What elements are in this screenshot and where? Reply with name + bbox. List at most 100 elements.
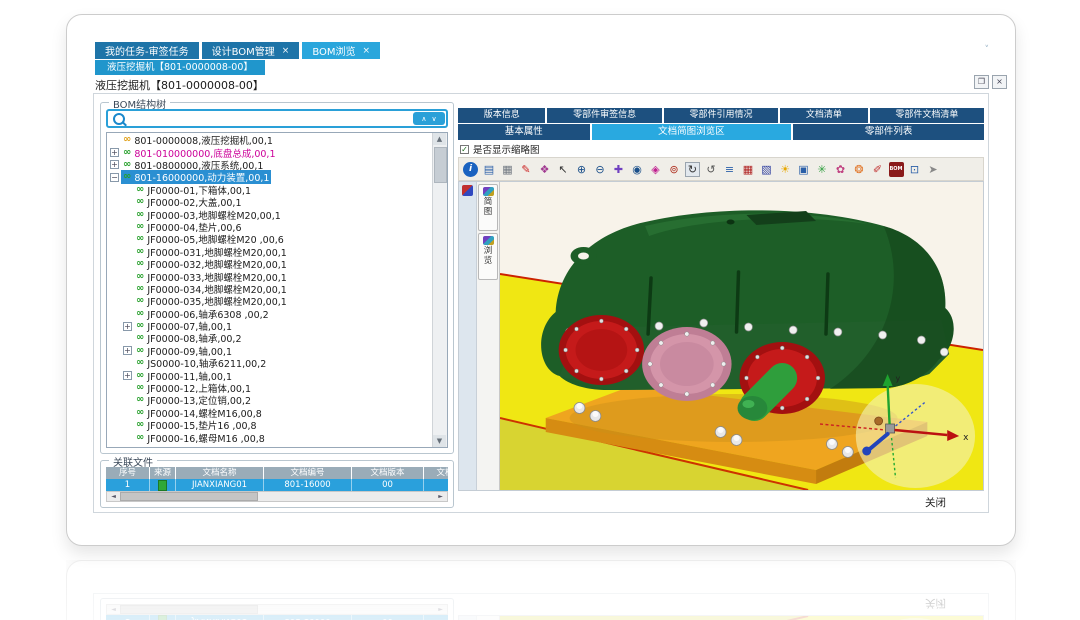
viewer-tab[interactable]: 浏览 [478,233,498,280]
zoom-window-icon[interactable]: ◉ [630,162,645,177]
bom-search-input[interactable] [130,111,413,126]
expand-toggle-icon[interactable]: + [123,371,132,380]
restore-window-icon[interactable]: ❐ [974,75,989,89]
tree-item[interactable]: +∞801-010000000,底盘总成,00,1 [107,146,433,158]
tab-close-icon[interactable]: × [282,46,290,56]
search-prev-icon[interactable]: ∧ [421,115,426,123]
scroll-down-icon[interactable]: ▼ [433,435,446,447]
detail-tab[interactable]: 零部件引用情况 [664,108,778,123]
tree-item[interactable]: +∞JF0000-07,轴,00,1 [107,320,433,332]
tree-item[interactable]: ∞JF0000-02,大盖,00,1 [107,196,433,208]
tree-scrollbar[interactable]: ▲ ▼ [432,133,447,447]
brush-icon[interactable]: ✐ [870,162,885,177]
render-icon[interactable]: ❂ [852,162,867,177]
tree-item[interactable]: ∞JF0000-06,轴承6308 ,00,2 [107,307,433,319]
tree-item[interactable]: +∞801-0800000,液压系统,00,1 [107,159,433,171]
expand-toggle-icon[interactable]: + [123,322,132,331]
thumbnail-checkbox[interactable]: ✓ [460,145,469,154]
layers-icon[interactable]: ≡ [722,162,737,177]
tree-item[interactable]: ∞JF0000-13,定位销,00,2 [107,394,433,406]
scroll-right-icon[interactable]: ► [434,493,447,500]
search-next-icon[interactable]: ∨ [432,115,437,123]
tree-item[interactable]: ∞JF0000-12,上箱体,00,1 [107,382,433,394]
tree-item[interactable]: ∞JF0000-04,垫片,00,6 [107,221,433,233]
tree-item[interactable]: +∞JF0000-11,轴,00,1 [107,369,433,381]
print-icon[interactable]: ▦ [500,162,515,177]
tree-item[interactable]: ∞JF0000-16,螺母M16 ,00,8 [107,431,433,443]
files-hscrollbar[interactable]: ◄ ► [106,491,448,502]
rotate-icon[interactable]: ↻ [685,162,700,177]
tree-item[interactable]: ∞JF0000-01,下箱体,00,1 [107,184,433,196]
tree-item[interactable]: ∞801-0000008,液压挖掘机,00,1 [107,134,433,146]
viewport-icon[interactable]: ⊡ [907,162,922,177]
app-tab[interactable]: BOM浏览× [302,42,380,59]
viewer-tab[interactable]: 简图 [478,184,498,231]
close-window-icon[interactable]: × [992,75,1007,89]
close-button[interactable]: 关闭 [925,495,946,510]
view-mode-icon[interactable] [462,185,473,196]
expand-toggle-icon[interactable]: − [110,173,119,182]
tree-item[interactable]: ∞JS0000-10,轴承6211,00,2 [107,357,433,369]
paint-icon[interactable]: ❖ [537,162,552,177]
zoom-fit-icon[interactable]: ✚ [611,162,626,177]
tree-item[interactable]: ∞JF0000-03,地脚螺栓M20,00,1 [107,208,433,220]
detail-tab[interactable]: 零部件文档清单 [870,108,984,123]
tree-item[interactable]: ∞JF0000-15,垫片16 ,00,8 [107,419,433,431]
tree-item[interactable]: ∞JF0000-033,地脚螺栓M20,00,1 [107,270,433,282]
expand-toggle-icon[interactable]: + [110,160,119,169]
tree-item[interactable]: ∞JF0000-14,螺栓M16,00,8 [107,407,433,419]
tabbar-chevron-down-icon[interactable]: ˅ [985,45,990,55]
app-tab[interactable]: 设计BOM管理× [202,42,300,59]
viewer-canvas[interactable]: x y [500,182,983,490]
zoom-out-icon[interactable]: ⊖ [593,162,608,177]
detail-tab[interactable]: 文档清单 [780,108,867,123]
detail-tab[interactable]: 零部件审签信息 [547,108,661,123]
tree-item[interactable]: ∞JF0000-035,地脚螺栓M20,00,1 [107,295,433,307]
tab-close-icon[interactable]: × [363,46,371,56]
search-prev-next-buttons[interactable]: ∧ ∨ [413,112,445,125]
app-tab[interactable]: 我的任务-审签任务 [95,42,199,59]
explode-icon[interactable]: ✳ [815,162,830,177]
detail-tab[interactable]: 文档简图浏览区 [592,124,792,140]
viewer-tab-strip: 简图浏览 [477,182,500,490]
annotate-pen-icon[interactable]: ✎ [519,162,534,177]
scroll-up-icon[interactable]: ▲ [433,133,446,145]
tree-item[interactable]: ∞JF0000-08,轴承,00,2 [107,332,433,344]
files-table-rows: 1JIANXIANG01801-1600000 [106,479,448,491]
center-target-icon[interactable]: ⊚ [667,162,682,177]
zoom-select-icon[interactable]: ◈ [648,162,663,177]
tree-item[interactable]: ∞JF0000-05,地脚螺栓M20 ,00,6 [107,233,433,245]
document-preview-icon[interactable]: ▤ [482,162,497,177]
scroll-left-icon[interactable]: ◄ [107,493,120,500]
related-files-group: 关联文件 序号来源文档名称文档编号文档版本文档格式 1JIANXIANG0180… [100,460,454,508]
files-row[interactable]: 1JIANXIANG01801-1600000 [106,479,448,491]
measure-grid-icon[interactable]: ▦ [741,162,756,177]
info-icon[interactable]: i [463,162,478,177]
expand-toggle-icon[interactable]: + [123,346,132,355]
tree-item[interactable]: −∞801-16000000,动力装置,00,1 [107,171,433,183]
light-icon[interactable]: ☀ [778,162,793,177]
tree-item[interactable]: +∞JF0000-09,轴,00,1 [107,345,433,357]
tree-scrollbar-thumb[interactable] [434,147,447,183]
detail-tab[interactable]: 基本属性 [458,124,590,140]
tree-item[interactable]: ∞JF0000-034,地脚螺栓M20,00,1 [107,283,433,295]
tree-item[interactable]: ∞JF0000-031,地脚螺栓M20,00,1 [107,246,433,258]
detail-panel: 版本信息零部件审签信息零部件引用情况文档清单零部件文档清单 基本属性文档简图浏览… [458,108,984,506]
detail-tab[interactable]: 零部件列表 [793,124,984,140]
files-hscrollbar-thumb[interactable] [120,492,258,501]
expand-toggle-icon[interactable]: + [110,148,119,157]
detail-tab[interactable]: 版本信息 [458,108,545,123]
more-tools-icon[interactable]: ➤ [926,162,941,177]
zoom-in-icon[interactable]: ⊕ [574,162,589,177]
select-cursor-icon[interactable]: ↖ [556,162,571,177]
part-link-icon: ∞ [123,148,131,158]
application-window: 我的任务-审签任务设计BOM管理×BOM浏览× ˅ 液压挖掘机【801-0000… [66,14,1016,546]
bom-icon[interactable]: BOM [889,162,904,177]
document-subtab[interactable]: 液压挖掘机【801-0000008-00】 [95,60,265,75]
markup-icon[interactable]: ✿ [833,162,848,177]
part-link-icon: ∞ [136,321,144,331]
orbit-icon[interactable]: ↺ [704,162,719,177]
snapshot-icon[interactable]: ▣ [796,162,811,177]
material-box-icon[interactable]: ▧ [759,162,774,177]
tree-item[interactable]: ∞JF0000-032,地脚螺栓M20,00,1 [107,258,433,270]
